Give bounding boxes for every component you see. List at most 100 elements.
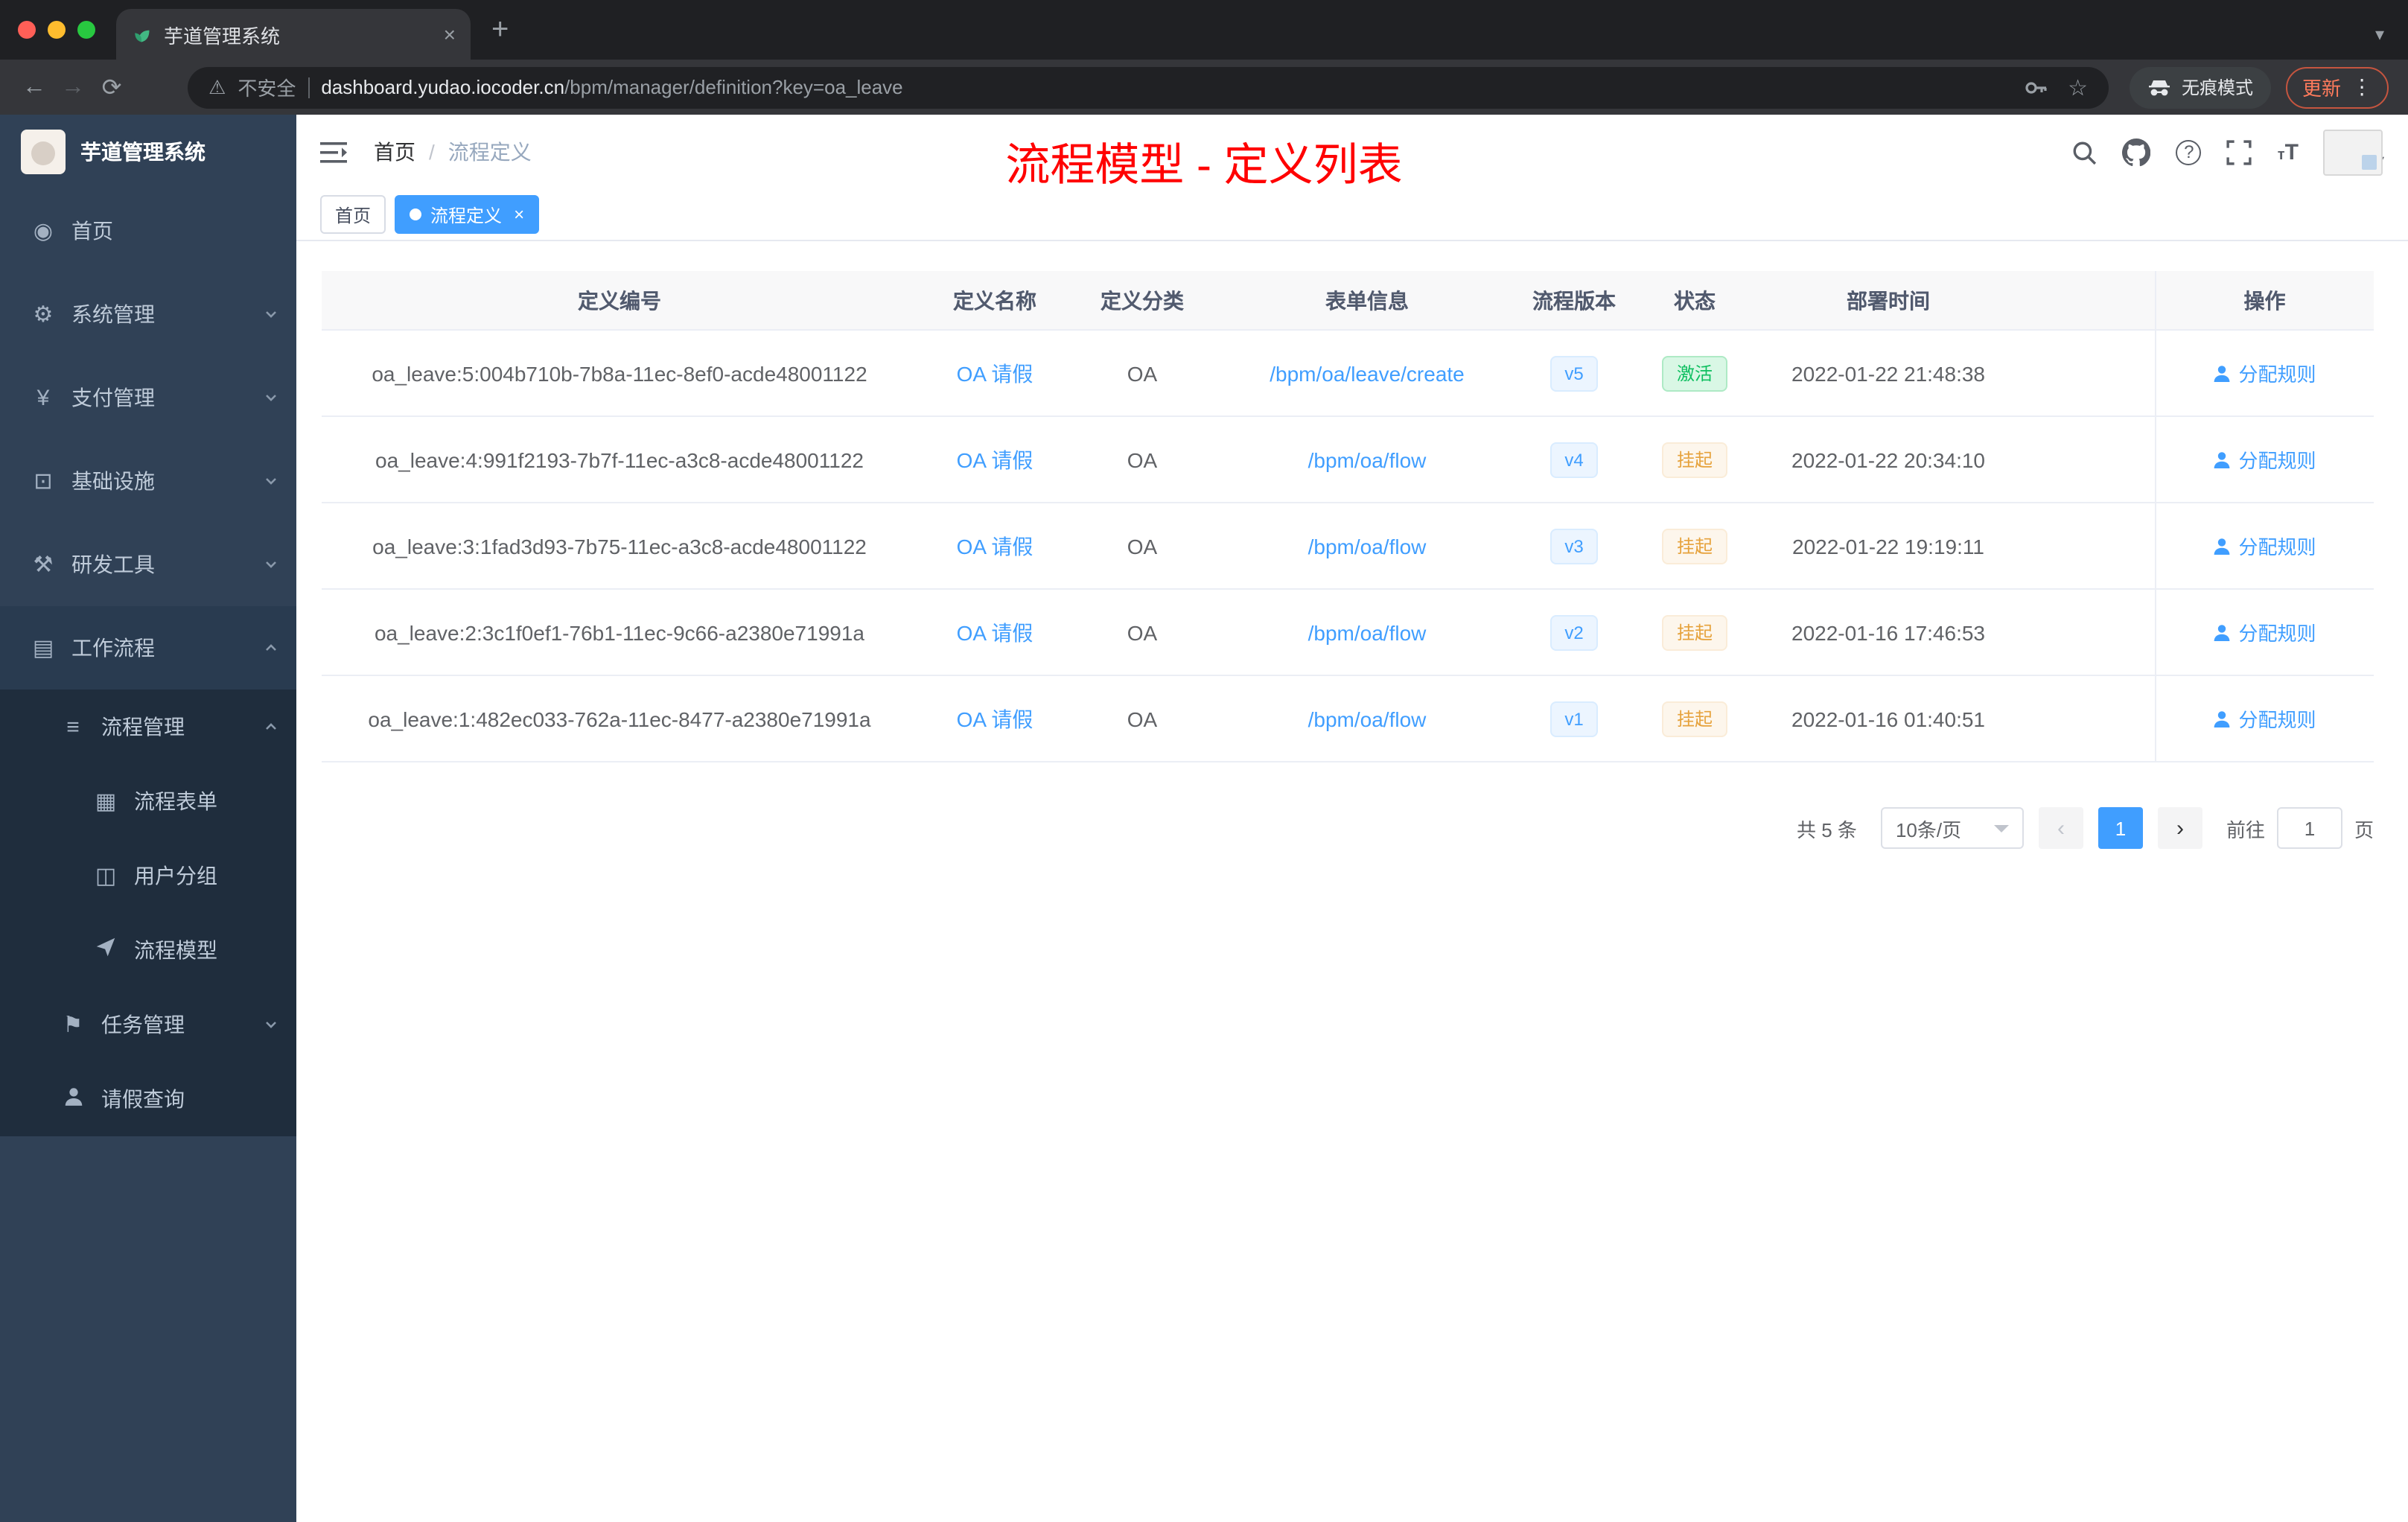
address-bar[interactable]: ⚠ 不安全 dashboard.yudao.iocoder.cn/bpm/man… xyxy=(188,66,2109,108)
content-area: 定义编号 定义名称 定义分类 表单信息 流程版本 状态 部署时间 操作 oa_l… xyxy=(296,241,2408,1522)
sidebar-item-devtools[interactable]: ⚒ 研发工具 xyxy=(0,523,296,606)
status-badge: 挂起 xyxy=(1661,614,1727,650)
definition-name-link[interactable]: OA 请假 xyxy=(957,707,1033,730)
form-info-link[interactable]: /bpm/oa/flow xyxy=(1308,448,1427,471)
user-menu[interactable]: ▾ xyxy=(2323,129,2384,175)
bookmark-star-icon[interactable]: ☆ xyxy=(2068,74,2088,101)
person-icon xyxy=(60,1086,86,1112)
browser-menu-icon[interactable]: ⋮ xyxy=(2351,74,2372,100)
sidebar-item-process-form[interactable]: ▦ 流程表单 xyxy=(0,764,296,838)
cell-filler xyxy=(2013,330,2155,417)
assign-rule-button[interactable]: 分配规则 xyxy=(2213,445,2316,474)
sidebar-item-process-management[interactable]: ≡ 流程管理 xyxy=(0,690,296,764)
sidebar-logo[interactable]: 芋道管理系统 xyxy=(0,115,296,189)
dashboard-icon: ◉ xyxy=(33,219,54,244)
prev-page-button[interactable]: ‹ xyxy=(2038,807,2083,849)
github-icon[interactable] xyxy=(2122,138,2151,166)
column-header-category: 定义分类 xyxy=(1072,271,1212,331)
tab-title: 芋道管理系统 xyxy=(164,25,281,47)
sidebar-item-task-management[interactable]: ⚑ 任务管理 xyxy=(0,987,296,1062)
browser-toolbar: ← → ⟳ ⚠ 不安全 dashboard.yudao.iocoder.cn/b… xyxy=(0,60,2408,115)
table-row: oa_leave:4:991f2193-7b7f-11ec-a3c8-acde4… xyxy=(322,416,2374,503)
cell-definition-id: oa_leave:2:3c1f0ef1-76b1-11ec-9c66-a2380… xyxy=(322,589,917,676)
next-page-button[interactable]: › xyxy=(2157,807,2202,849)
password-key-icon[interactable] xyxy=(2023,75,2047,99)
cell-filler xyxy=(2013,503,2155,590)
favicon-icon xyxy=(135,30,150,42)
sidebar-item-leave-query[interactable]: 请假查询 xyxy=(0,1062,296,1136)
tag-home[interactable]: 首页 xyxy=(320,195,386,234)
definition-name-link[interactable]: OA 请假 xyxy=(957,534,1033,558)
cell-definition-id: oa_leave:3:1fad3d93-7b75-11ec-a3c8-acde4… xyxy=(322,503,917,590)
version-badge: v2 xyxy=(1549,614,1599,650)
help-icon[interactable]: ? xyxy=(2176,139,2202,165)
form-info-link[interactable]: /bpm/oa/flow xyxy=(1308,620,1427,644)
app-window: 芋道管理系统 ◉ 首页 ⚙ 系统管理 ¥ 支付管理 ⊡ 基础设施 ⚒ 研发工具 … xyxy=(0,115,2408,1522)
reload-button[interactable]: ⟳ xyxy=(92,72,131,102)
page-size-select[interactable]: 10条/页 xyxy=(1880,807,2024,849)
version-badge: v3 xyxy=(1549,528,1599,564)
definition-name-link[interactable]: OA 请假 xyxy=(957,361,1033,385)
url-path: /bpm/manager/definition?key=oa_leave xyxy=(564,76,903,98)
form-info-link[interactable]: /bpm/oa/flow xyxy=(1308,534,1427,558)
browser-tab-strip: 芋道管理系统 × + ▾ xyxy=(0,0,2408,60)
assign-rule-button[interactable]: 分配规则 xyxy=(2213,704,2316,733)
goto-page-input[interactable] xyxy=(2276,807,2342,849)
browser-update-button[interactable]: 更新 ⋮ xyxy=(2286,66,2389,108)
minimize-window-button[interactable] xyxy=(48,21,66,39)
column-header-id: 定义编号 xyxy=(322,271,917,331)
flag-icon: ⚑ xyxy=(63,1013,83,1038)
sidebar-item-infrastructure[interactable]: ⊡ 基础设施 xyxy=(0,439,296,523)
version-badge: v1 xyxy=(1549,701,1599,736)
assign-rule-button[interactable]: 分配规则 xyxy=(2213,532,2316,560)
breadcrumb-home[interactable]: 首页 xyxy=(374,137,415,167)
status-badge: 挂起 xyxy=(1661,442,1727,477)
tab-search-chevron-icon[interactable]: ▾ xyxy=(2375,24,2384,45)
sidebar-item-system[interactable]: ⚙ 系统管理 xyxy=(0,273,296,356)
cell-category: OA xyxy=(1072,503,1212,590)
sidebar-item-process-model[interactable]: 流程模型 xyxy=(0,913,296,987)
definition-name-link[interactable]: OA 请假 xyxy=(957,620,1033,644)
cell-category: OA xyxy=(1072,589,1212,676)
cell-filler xyxy=(2013,589,2155,676)
search-icon[interactable] xyxy=(2072,139,2098,165)
yen-icon: ¥ xyxy=(36,385,50,410)
tag-close-icon[interactable]: × xyxy=(514,204,524,225)
tag-label: 流程定义 xyxy=(430,205,503,226)
sidebar-item-user-groups[interactable]: ◫ 用户分组 xyxy=(0,838,296,913)
column-header-deploy-time: 部署时间 xyxy=(1763,271,2013,331)
tag-label: 首页 xyxy=(335,205,372,226)
security-label: 不安全 xyxy=(238,77,296,100)
font-size-icon[interactable]: тT xyxy=(2278,139,2299,165)
form-info-link[interactable]: /bpm/oa/flow xyxy=(1308,707,1427,730)
maximize-window-button[interactable] xyxy=(77,21,95,39)
person-icon xyxy=(2214,624,2230,640)
forward-button[interactable]: → xyxy=(54,74,92,101)
tab-close-icon[interactable]: × xyxy=(444,24,456,45)
url-text: dashboard.yudao.iocoder.cn/bpm/manager/d… xyxy=(321,76,902,98)
assign-rule-button[interactable]: 分配规则 xyxy=(2213,359,2316,387)
assign-rule-button[interactable]: 分配规则 xyxy=(2213,618,2316,646)
screen: 流程模型 - 定义列表 芋道管理系统 × + ▾ ← → ⟳ ⚠ 不安全 das… xyxy=(0,0,2408,1522)
new-tab-button[interactable]: + xyxy=(491,13,509,48)
sidebar-item-payment[interactable]: ¥ 支付管理 xyxy=(0,356,296,439)
fullscreen-icon[interactable] xyxy=(2227,139,2252,165)
sidebar-item-home[interactable]: ◉ 首页 xyxy=(0,189,296,273)
close-window-button[interactable] xyxy=(18,21,36,39)
form-info-link[interactable]: /bpm/oa/leave/create xyxy=(1270,361,1465,385)
cell-definition-id: oa_leave:5:004b710b-7b8a-11ec-8ef0-acde4… xyxy=(322,330,917,417)
cell-filler xyxy=(2013,675,2155,762)
action-label: 分配规则 xyxy=(2238,363,2316,386)
status-badge: 挂起 xyxy=(1661,701,1727,736)
logo-avatar xyxy=(21,130,66,174)
column-header-version: 流程版本 xyxy=(1522,271,1626,331)
back-button[interactable]: ← xyxy=(15,74,54,101)
collapse-sidebar-button[interactable] xyxy=(320,141,347,163)
gear-icon: ⚙ xyxy=(33,302,54,328)
tag-process-definition[interactable]: 流程定义 × xyxy=(395,195,540,234)
definition-name-link[interactable]: OA 请假 xyxy=(957,448,1033,471)
sidebar-item-workflow[interactable]: ▤ 工作流程 xyxy=(0,606,296,690)
person-icon xyxy=(2214,451,2230,468)
browser-tab[interactable]: 芋道管理系统 × xyxy=(116,9,471,60)
page-number-button[interactable]: 1 xyxy=(2098,807,2143,849)
